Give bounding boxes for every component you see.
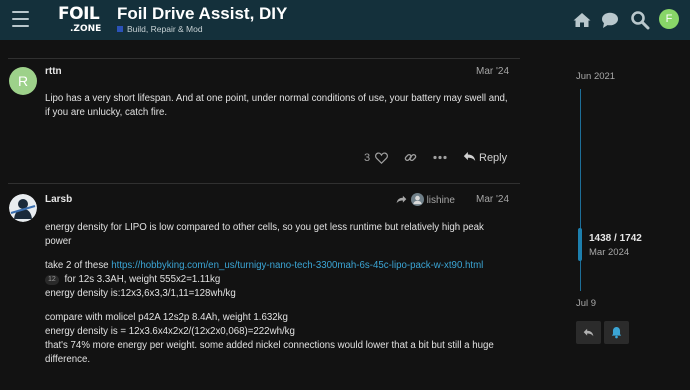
timeline-position-date: Mar 2024 xyxy=(589,247,630,258)
logo-text: FOIL xyxy=(58,4,100,24)
post-date[interactable]: Mar '24 xyxy=(476,194,509,206)
timeline-end-date[interactable]: Jul 9 xyxy=(576,298,596,310)
logo-subtext: .ZONE xyxy=(70,24,102,34)
site-logo[interactable]: FOIL .ZONE xyxy=(58,4,106,36)
category-label: Build, Repair & Mod xyxy=(127,24,203,34)
reply-icon xyxy=(463,152,476,161)
post-paragraph: take 2 of these https://hobbyking.com/en… xyxy=(45,259,510,301)
reply-to-username: lishine xyxy=(426,195,455,206)
bell-icon xyxy=(611,327,622,339)
post-avatar[interactable]: R xyxy=(9,67,37,95)
more-options-icon[interactable] xyxy=(433,155,447,160)
reply-arrow-icon xyxy=(396,195,407,204)
reply-button[interactable]: Reply xyxy=(463,151,507,165)
post-text: energy density is = 12x3.6x4x2x2/(12x2x0… xyxy=(45,326,295,337)
like-count[interactable]: 3 xyxy=(364,151,370,165)
category-badge[interactable]: Build, Repair & Mod xyxy=(117,24,203,35)
topic-title[interactable]: Foil Drive Assist, DIY xyxy=(117,4,287,24)
reply-icon xyxy=(583,328,594,337)
top-header: FOIL .ZONE Foil Drive Assist, DIY Build,… xyxy=(0,0,690,40)
post-body: Lipo has a very short lifespan. And at o… xyxy=(45,93,508,118)
post-text: that's 74% more energy per weight. some … xyxy=(45,340,494,365)
post-username[interactable]: rttn xyxy=(45,66,62,78)
post-paragraph: energy density for LIPO is low compared … xyxy=(45,222,484,247)
link-icon[interactable] xyxy=(404,151,417,164)
reply-to-indicator[interactable]: lishine xyxy=(396,193,455,207)
post-text: energy density is:12x3,6x3,3/1,11=128wh/… xyxy=(45,288,236,299)
post-date[interactable]: Mar '24 xyxy=(476,66,509,78)
post-divider xyxy=(8,183,520,184)
timeline-start-date[interactable]: Jun 2021 xyxy=(576,71,615,83)
notification-bell-button[interactable] xyxy=(604,321,629,344)
heart-icon[interactable] xyxy=(375,152,388,164)
link-click-count: 12 xyxy=(45,275,59,285)
reply-to-avatar xyxy=(410,193,424,206)
post-avatar-image[interactable] xyxy=(9,194,37,222)
product-link[interactable]: https://hobbyking.com/en_us/turnigy-nano… xyxy=(111,260,483,271)
post-divider xyxy=(8,58,520,59)
post-username[interactable]: Larsb xyxy=(45,194,72,206)
category-color-swatch xyxy=(117,26,123,32)
post-text: for 12s 3.3AH, weight 555x2=1.11kg xyxy=(61,274,221,285)
search-icon[interactable] xyxy=(630,10,650,30)
post-text: take 2 of these xyxy=(45,260,112,271)
reply-label: Reply xyxy=(479,152,508,164)
home-icon[interactable] xyxy=(572,10,592,30)
timeline-reply-button[interactable] xyxy=(576,321,601,344)
timeline-position[interactable]: 1438 / 1742 xyxy=(589,233,642,245)
user-avatar[interactable]: F xyxy=(659,9,679,29)
hamburger-menu-icon[interactable] xyxy=(12,11,29,27)
timeline-scroller-handle[interactable] xyxy=(578,228,582,261)
chat-icon[interactable] xyxy=(600,10,620,30)
post-paragraph: compare with molicel p42A 12s2p 8.4Ah, w… xyxy=(45,311,510,367)
post-text: compare with molicel p42A 12s2p 8.4Ah, w… xyxy=(45,312,288,323)
